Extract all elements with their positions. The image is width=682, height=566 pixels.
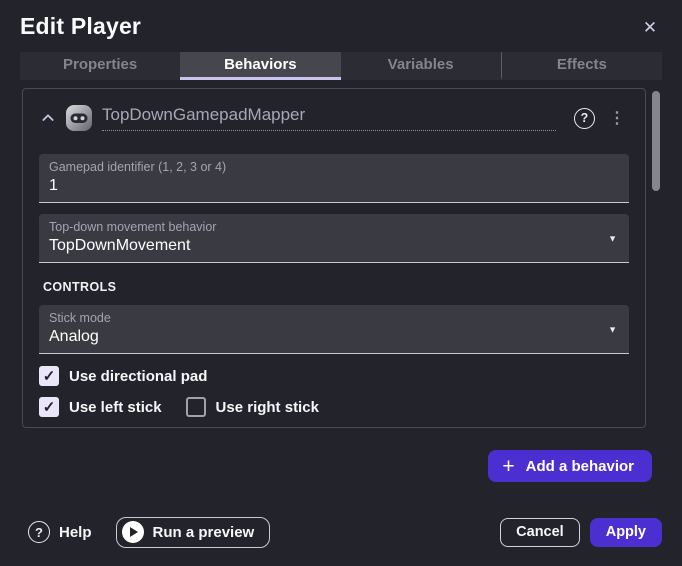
- dialog-header: Edit Player ✕: [0, 0, 682, 48]
- apply-button[interactable]: Apply: [590, 518, 662, 547]
- checkbox-label: Use directional pad: [69, 368, 207, 385]
- run-preview-label: Run a preview: [153, 524, 255, 541]
- movement-behavior-value: TopDownMovement: [49, 235, 589, 256]
- collapse-chevron-up-icon[interactable]: [39, 109, 57, 127]
- checkbox-checked-icon[interactable]: ✓: [39, 366, 59, 386]
- caret-down-icon: ▼: [608, 234, 617, 244]
- scrollbar-thumb[interactable]: [652, 91, 660, 191]
- cancel-button[interactable]: Cancel: [500, 518, 580, 547]
- behavior-help-icon[interactable]: ?: [574, 108, 595, 129]
- run-preview-button[interactable]: Run a preview: [116, 517, 271, 548]
- gamepad-identifier-value: 1: [49, 175, 589, 196]
- behavior-menu-kebab-icon[interactable]: ⋮: [605, 108, 629, 128]
- behaviors-scroll-area: TopDownGamepadMapper ? ⋮ Gamepad identif…: [20, 88, 662, 440]
- behavior-card: TopDownGamepadMapper ? ⋮ Gamepad identif…: [22, 88, 646, 428]
- controls-section-heading: CONTROLS: [43, 280, 629, 294]
- movement-behavior-label: Top-down movement behavior: [49, 220, 589, 235]
- play-icon: [122, 521, 144, 543]
- checkbox-label: Use left stick: [69, 399, 162, 416]
- checkbox-unchecked-icon[interactable]: [186, 397, 206, 417]
- tab-behaviors[interactable]: Behaviors: [180, 52, 340, 80]
- stick-mode-value: Analog: [49, 326, 589, 347]
- stick-mode-select[interactable]: Stick mode Analog ▼: [39, 305, 629, 354]
- use-right-stick-checkbox[interactable]: Use right stick: [186, 397, 319, 417]
- dialog-footer: ? Help Run a preview Cancel Apply: [0, 504, 682, 566]
- help-icon: ?: [28, 521, 50, 543]
- caret-down-icon: ▼: [608, 325, 617, 335]
- tab-variables[interactable]: Variables: [341, 52, 501, 80]
- checkbox-row: ✓ Use left stick Use right stick: [39, 397, 629, 417]
- tab-bar: Properties Behaviors Variables Effects: [20, 52, 662, 80]
- checkbox-checked-icon[interactable]: ✓: [39, 397, 59, 417]
- edit-player-dialog: Edit Player ✕ Properties Behaviors Varia…: [0, 0, 682, 566]
- add-behavior-row: + Add a behavior: [20, 450, 652, 482]
- checkbox-label: Use right stick: [216, 399, 319, 416]
- add-behavior-button[interactable]: + Add a behavior: [488, 450, 652, 482]
- use-directional-pad-checkbox[interactable]: ✓ Use directional pad: [39, 366, 207, 386]
- tab-properties[interactable]: Properties: [20, 52, 180, 80]
- gamepad-icon: [65, 104, 93, 132]
- stick-mode-label: Stick mode: [49, 311, 589, 326]
- behavior-card-header: TopDownGamepadMapper ? ⋮: [39, 103, 629, 133]
- gamepad-identifier-field[interactable]: Gamepad identifier (1, 2, 3 or 4) 1: [39, 154, 629, 203]
- use-left-stick-checkbox[interactable]: ✓ Use left stick: [39, 397, 162, 417]
- add-behavior-label: Add a behavior: [526, 458, 634, 475]
- gamepad-identifier-label: Gamepad identifier (1, 2, 3 or 4): [49, 160, 589, 175]
- help-button[interactable]: ? Help: [28, 521, 92, 543]
- behavior-name-input[interactable]: TopDownGamepadMapper: [102, 105, 556, 131]
- tab-effects[interactable]: Effects: [501, 52, 662, 80]
- movement-behavior-select[interactable]: Top-down movement behavior TopDownMoveme…: [39, 214, 629, 263]
- close-icon[interactable]: ✕: [638, 16, 662, 40]
- help-label: Help: [59, 524, 92, 541]
- checkbox-row: ✓ Use directional pad: [39, 366, 629, 386]
- page-title: Edit Player: [20, 13, 141, 39]
- plus-icon: +: [502, 456, 514, 477]
